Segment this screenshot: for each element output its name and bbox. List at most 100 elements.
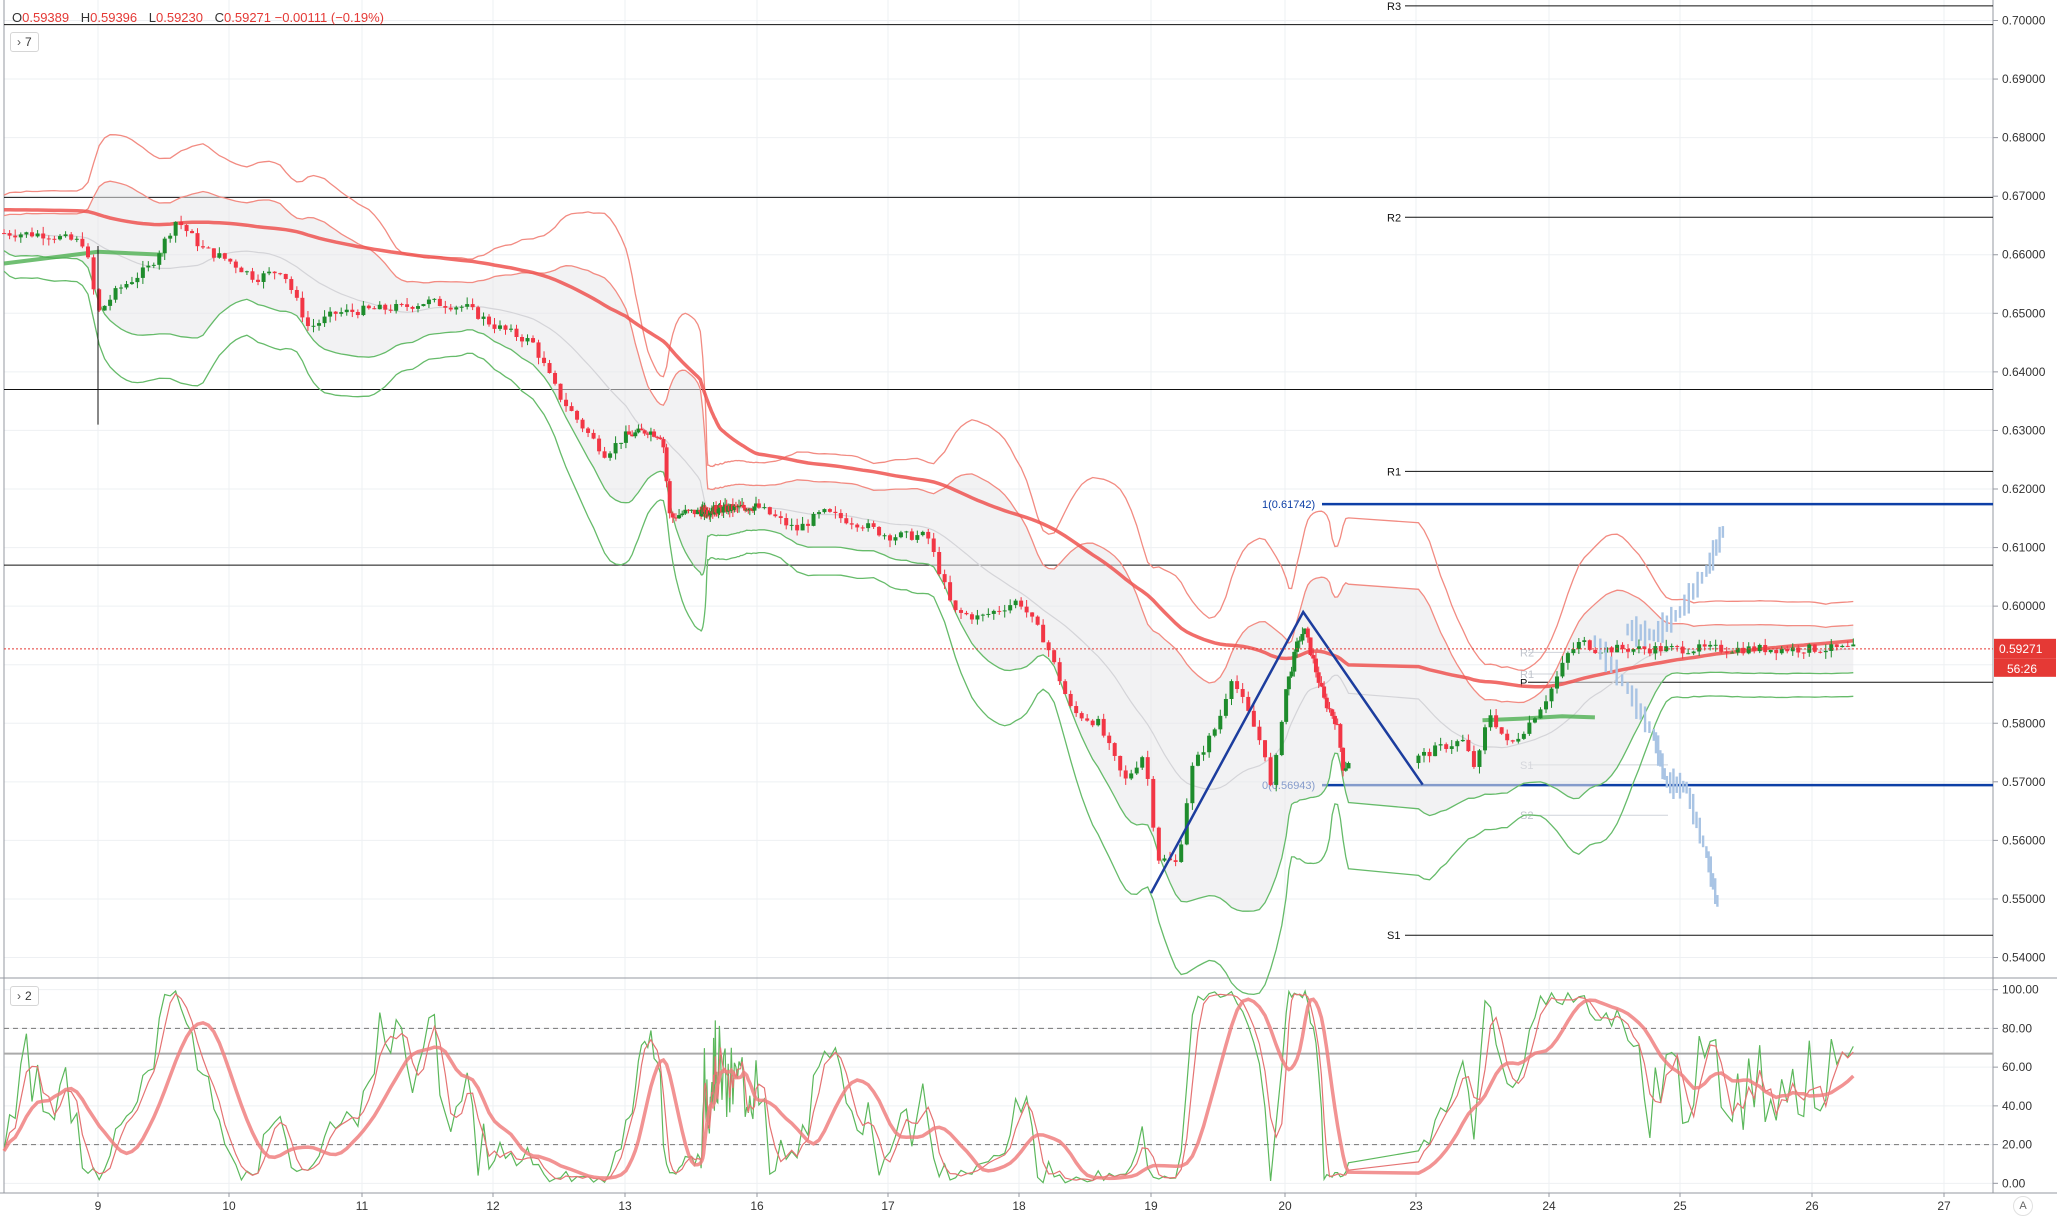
projection-bar xyxy=(1678,606,1682,618)
candle-body xyxy=(1030,612,1035,617)
candle-body xyxy=(108,299,113,306)
candle-body xyxy=(904,531,909,533)
candle-body xyxy=(1074,706,1079,714)
candle-body xyxy=(1483,727,1488,751)
time-tick-label: 26 xyxy=(1805,1199,1819,1213)
price-tick-label: 0.67000 xyxy=(2002,189,2046,203)
projection-bar xyxy=(1670,606,1673,633)
projection-bar xyxy=(1643,706,1647,733)
candle-body xyxy=(509,328,514,330)
candle-body xyxy=(421,304,426,307)
candle-body xyxy=(1218,715,1223,730)
projection-bar xyxy=(1715,539,1718,556)
candle-body xyxy=(1338,724,1343,748)
candle-body xyxy=(405,304,410,307)
candle-body xyxy=(2,233,6,235)
candle-body xyxy=(1438,744,1443,746)
candle-body xyxy=(716,508,721,514)
candle-body xyxy=(942,574,947,583)
candle-body xyxy=(1576,641,1581,650)
candle-body xyxy=(394,304,399,311)
candle-body xyxy=(1433,745,1438,757)
candle-body xyxy=(1305,628,1310,638)
osc-tick-label: 20.00 xyxy=(2002,1138,2032,1152)
candle-body xyxy=(997,610,1002,612)
candle-body xyxy=(1593,649,1598,654)
projection-bar xyxy=(1718,526,1721,553)
candle-body xyxy=(964,612,969,615)
candle-body xyxy=(1669,646,1674,648)
candle-body xyxy=(1063,681,1068,694)
candle-body xyxy=(195,233,200,247)
candle-body xyxy=(926,531,931,539)
candle-body xyxy=(437,298,442,307)
candle-body xyxy=(1162,858,1167,861)
close-label: C xyxy=(214,10,225,25)
candle-body xyxy=(7,233,12,236)
candle-body xyxy=(162,238,167,254)
time-tick-label: 13 xyxy=(618,1199,632,1213)
candle-body xyxy=(448,307,453,310)
candle-body xyxy=(322,316,327,324)
candle-body xyxy=(980,614,985,616)
candle-body xyxy=(893,537,898,541)
candle-body xyxy=(822,509,827,513)
candle-body xyxy=(1240,689,1245,697)
candle-body xyxy=(1324,697,1329,709)
candle-body xyxy=(1549,688,1554,702)
time-tick-label: 23 xyxy=(1409,1199,1423,1213)
candle-body xyxy=(497,325,502,329)
candle-body xyxy=(1768,649,1773,653)
candle-body xyxy=(558,383,563,400)
time-tick-label: 16 xyxy=(750,1199,764,1213)
candle-body xyxy=(1294,641,1299,652)
candle-body xyxy=(151,264,156,266)
chart-area[interactable]: R3R2R1S1R2R1PS1S21(0.61742)0(0.56943)0.5… xyxy=(0,0,2057,1221)
candle-body xyxy=(877,526,882,536)
candle-body xyxy=(1284,689,1289,722)
candle-body xyxy=(1719,644,1724,652)
price-tick-label: 0.56000 xyxy=(2002,833,2046,847)
projection-bar xyxy=(1711,540,1715,571)
candle-body xyxy=(816,512,821,514)
time-tick-label: 17 xyxy=(881,1199,895,1213)
projection-bar xyxy=(1652,629,1655,642)
candle-body xyxy=(311,325,316,327)
candle-body xyxy=(756,503,761,508)
candle-body xyxy=(355,311,360,316)
candle-body xyxy=(838,513,843,519)
candle-body xyxy=(608,453,613,458)
auto-scale-button[interactable]: A xyxy=(2013,1196,2033,1216)
candle-body xyxy=(184,225,189,232)
osc-slow-line xyxy=(2,997,1855,1181)
candle-body xyxy=(1790,647,1795,652)
candle-body xyxy=(833,511,838,514)
price-tick-label: 0.57000 xyxy=(2002,775,2046,789)
main-legend-toggle[interactable]: › 7 xyxy=(10,32,39,52)
candle-body xyxy=(658,437,663,440)
candle-body xyxy=(35,233,40,237)
chevron-right-icon: › xyxy=(17,989,21,1003)
candle-body xyxy=(267,271,272,274)
projection-bar xyxy=(1654,732,1658,754)
candle-body xyxy=(233,261,238,268)
candle-body xyxy=(564,399,569,407)
osc-tick-label: 40.00 xyxy=(2002,1099,2032,1113)
time-tick-label: 20 xyxy=(1278,1199,1292,1213)
candle-body xyxy=(119,287,124,289)
price-tick-label: 0.69000 xyxy=(2002,72,2046,86)
candle-body xyxy=(1565,653,1570,663)
projection-bar xyxy=(1709,856,1712,887)
candle-body xyxy=(1466,739,1471,752)
candle-body xyxy=(1308,637,1313,656)
candle-body xyxy=(959,610,964,613)
candle-body xyxy=(915,535,920,540)
candle-body xyxy=(762,507,767,509)
projection-bar xyxy=(1656,620,1660,643)
oscillator-legend-toggle[interactable]: › 2 xyxy=(10,986,39,1006)
candle-body xyxy=(1268,757,1273,785)
candle-body xyxy=(102,305,107,311)
candle-body xyxy=(652,431,657,437)
candle-body xyxy=(1647,649,1652,654)
osc-tick-label: 100.00 xyxy=(2002,983,2039,997)
